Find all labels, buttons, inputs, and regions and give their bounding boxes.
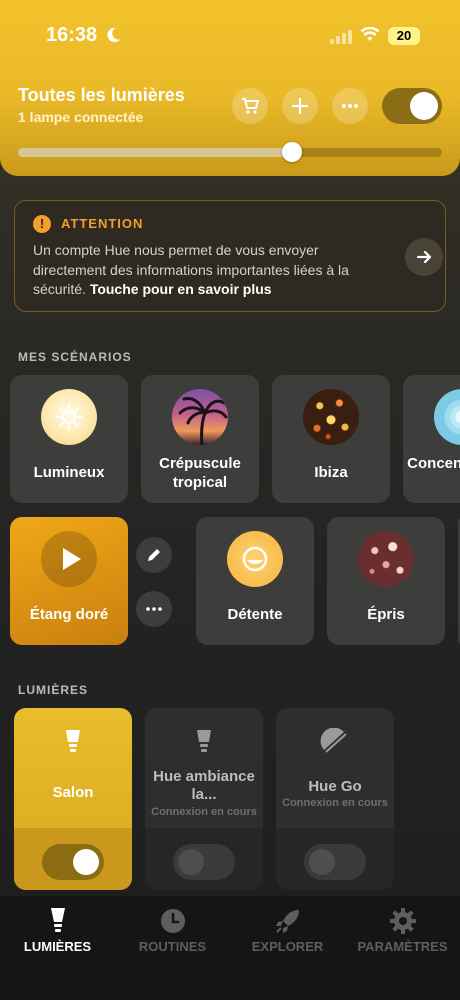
brightness-slider[interactable] xyxy=(18,148,442,157)
clock-icon xyxy=(160,909,185,933)
hearts-bokeh-image xyxy=(358,531,414,587)
relax-icon xyxy=(227,531,283,587)
more-dots-icon xyxy=(146,607,162,611)
tab-label: PARAMÈTRES xyxy=(357,939,448,954)
bulb-icon xyxy=(66,730,80,752)
toggle-knob xyxy=(178,849,204,875)
brightness-fill xyxy=(18,148,290,157)
scene-label: Épris xyxy=(367,606,405,623)
scenes-section-label: MES SCÉNARIOS xyxy=(18,350,132,364)
scene-card-crepuscule-tropical[interactable]: Crépuscule tropical xyxy=(141,375,259,503)
arrow-right-icon xyxy=(416,250,432,264)
edit-scene-button[interactable] xyxy=(136,537,172,573)
light-toggle[interactable] xyxy=(304,844,366,880)
attention-text: Un compte Hue nous permet de vous envoye… xyxy=(33,241,393,300)
scene-label: Ibiza xyxy=(314,464,348,481)
home-screen: 16:38 20 Toutes les lumières 1 lampe con… xyxy=(0,0,460,1000)
toggle-knob xyxy=(73,849,99,875)
moon-icon xyxy=(107,27,121,43)
attention-link[interactable]: Touche pour en savoir plus xyxy=(90,281,272,297)
light-card-hue-go[interactable]: Hue Go Connexion en cours xyxy=(276,708,394,890)
more-dots-icon xyxy=(342,104,358,108)
bulb-icon xyxy=(197,730,211,752)
warning-icon: ! xyxy=(33,215,51,233)
tab-label: EXPLORER xyxy=(251,939,324,954)
lights-section-label: LUMIÈRES xyxy=(18,683,89,697)
tab-explorer[interactable]: EXPLORER xyxy=(230,906,345,954)
scene-card-concentration[interactable]: Concentration xyxy=(403,375,460,503)
light-name: Hue Go xyxy=(308,778,362,795)
cellular-signal-icon xyxy=(330,30,352,44)
scene-card-ibiza[interactable]: Ibiza xyxy=(272,375,390,503)
tab-label: LUMIÈRES xyxy=(23,939,92,954)
sun-icon xyxy=(41,389,97,445)
light-status: Connexion en cours xyxy=(151,806,257,818)
scene-card-lumineux[interactable]: Lumineux xyxy=(10,375,128,503)
brightness-thumb[interactable] xyxy=(282,142,302,162)
plus-icon xyxy=(291,97,309,115)
status-bar: 16:38 20 xyxy=(0,0,460,70)
scene-more-button[interactable] xyxy=(136,591,172,627)
room-title: Toutes les lumières xyxy=(18,85,185,105)
gear-icon xyxy=(389,908,416,934)
battery-indicator: 20 xyxy=(388,27,420,45)
scene-label: Détente xyxy=(227,606,283,623)
palm-sunset-image xyxy=(172,389,228,445)
hue-go-lamp-icon xyxy=(320,728,347,753)
concentration-icon xyxy=(434,389,460,445)
all-lights-toggle[interactable] xyxy=(382,88,442,124)
add-button[interactable] xyxy=(282,88,318,124)
tab-lumieres[interactable]: LUMIÈRES xyxy=(0,906,115,954)
scene-card-detente[interactable]: Détente xyxy=(196,517,314,645)
cart-icon xyxy=(242,98,259,114)
scene-label: Crépuscule tropical xyxy=(159,455,241,491)
play-icon xyxy=(63,548,81,570)
bottom-tab-bar: LUMIÈRES ROUTINES EXPLORER PARAMÈTRES xyxy=(0,896,460,1000)
toggle-knob xyxy=(410,92,438,120)
more-button[interactable] xyxy=(332,88,368,124)
shop-button[interactable] xyxy=(232,88,268,124)
header: 16:38 20 Toutes les lumières 1 lampe con… xyxy=(0,0,460,176)
light-toggle[interactable] xyxy=(42,844,104,880)
tab-parametres[interactable]: PARAMÈTRES xyxy=(345,906,460,954)
tab-routines[interactable]: ROUTINES xyxy=(115,906,230,954)
light-card-hue-ambiance[interactable]: Hue ambiance la... Connexion en cours xyxy=(145,708,263,890)
play-button[interactable] xyxy=(41,531,97,587)
scene-label: Concentration xyxy=(407,455,460,472)
light-name: Salon xyxy=(52,784,94,801)
attention-arrow-button[interactable] xyxy=(405,238,443,276)
scene-label: Étang doré xyxy=(29,606,109,623)
scene-card-epris[interactable]: Épris xyxy=(327,517,445,645)
light-name: Hue ambiance la... xyxy=(153,768,255,803)
tab-label: ROUTINES xyxy=(138,939,207,954)
toggle-knob xyxy=(309,849,335,875)
bulb-icon xyxy=(50,908,65,932)
light-status: Connexion en cours xyxy=(282,797,388,809)
attention-label: ATTENTION xyxy=(61,216,144,231)
wifi-icon xyxy=(360,27,380,41)
light-toggle[interactable] xyxy=(173,844,235,880)
light-card-salon[interactable]: Salon xyxy=(14,708,132,890)
scene-card-etang-dore[interactable]: Étang doré xyxy=(10,517,128,645)
pencil-icon xyxy=(148,549,160,561)
rocket-icon xyxy=(275,910,299,933)
attention-card[interactable]: ! ATTENTION Un compte Hue nous permet de… xyxy=(14,200,446,312)
scene-label: Lumineux xyxy=(33,464,105,481)
room-subtitle: 1 lampe connectée xyxy=(18,109,144,125)
ibiza-bokeh-image xyxy=(303,389,359,445)
status-time: 16:38 xyxy=(46,24,98,46)
